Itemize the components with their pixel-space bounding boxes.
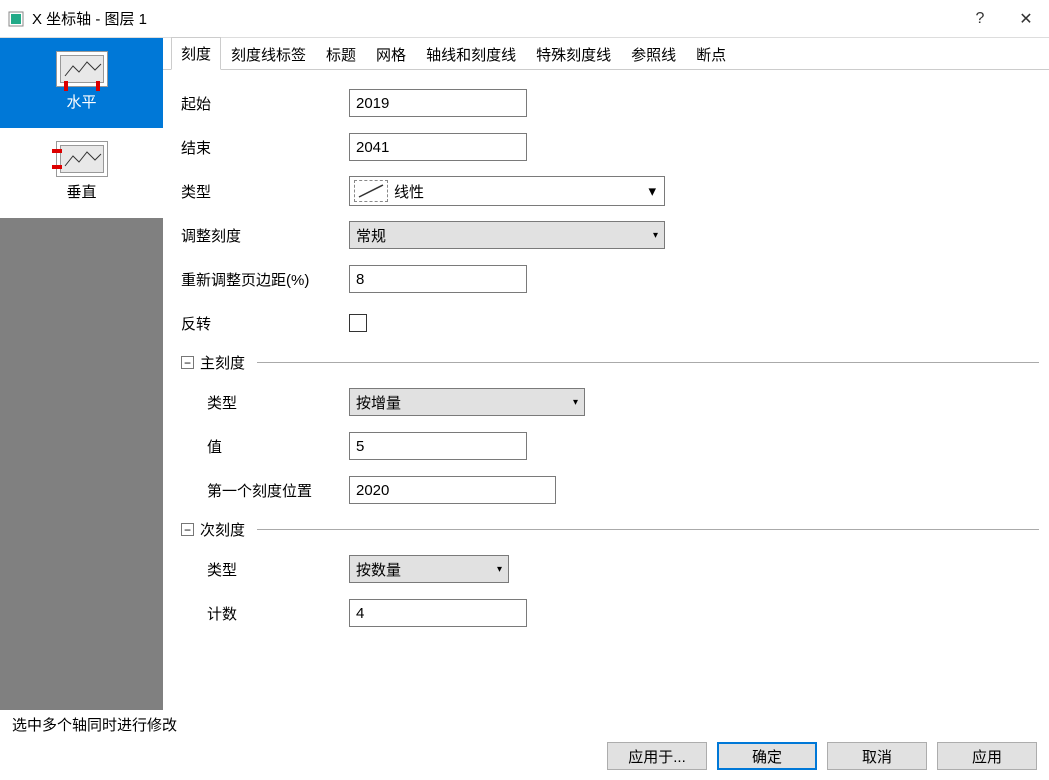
apply-button[interactable]: 应用 xyxy=(937,742,1037,770)
chevron-down-icon: ▾ xyxy=(648,182,656,200)
sidebar-item-label: 水平 xyxy=(66,91,96,112)
rescale-value: 常规 xyxy=(356,225,386,246)
minor-count-label: 计数 xyxy=(207,603,349,624)
major-value-input[interactable] xyxy=(349,432,527,460)
tabs: 刻度 刻度线标签 标题 网格 轴线和刻度线 特殊刻度线 参照线 断点 xyxy=(163,38,1049,70)
minor-type-value: 按数量 xyxy=(356,559,401,580)
end-input[interactable] xyxy=(349,133,527,161)
end-label: 结束 xyxy=(181,137,349,158)
tab-title[interactable]: 标题 xyxy=(316,38,366,70)
sidebar-item-label: 垂直 xyxy=(66,181,96,202)
rescale-label: 调整刻度 xyxy=(181,225,349,246)
tab-special-ticks[interactable]: 特殊刻度线 xyxy=(526,38,621,70)
sidebar-item-horizontal[interactable]: 水平 xyxy=(0,38,163,128)
collapse-minor-icon[interactable]: − xyxy=(181,523,194,536)
first-tick-label: 第一个刻度位置 xyxy=(207,480,349,501)
tab-breaks[interactable]: 断点 xyxy=(686,38,736,70)
type-select[interactable]: 线性 ▾ xyxy=(349,176,665,206)
close-button[interactable]: ✕ xyxy=(1003,0,1049,38)
major-type-label: 类型 xyxy=(207,392,349,413)
app-icon xyxy=(8,11,24,27)
vertical-axis-icon xyxy=(60,145,104,173)
margin-input[interactable] xyxy=(349,265,527,293)
chevron-down-icon: ▾ xyxy=(497,564,502,575)
minor-type-select[interactable]: 按数量 ▾ xyxy=(349,555,509,583)
start-input[interactable] xyxy=(349,89,527,117)
linear-type-icon xyxy=(354,180,388,202)
major-type-value: 按增量 xyxy=(356,392,401,413)
window-title: X 坐标轴 - 图层 1 xyxy=(32,8,957,29)
help-button[interactable]: ? xyxy=(957,0,1003,38)
sidebar-item-vertical[interactable]: 垂直 xyxy=(0,128,163,218)
axis-sidebar: 水平 垂直 xyxy=(0,38,163,710)
reverse-label: 反转 xyxy=(181,313,349,334)
minor-section-label: 次刻度 xyxy=(200,519,245,540)
major-value-label: 值 xyxy=(207,436,349,457)
type-value: 线性 xyxy=(394,181,424,202)
margin-label: 重新调整页边距(%) xyxy=(181,269,349,290)
horizontal-axis-icon xyxy=(60,55,104,83)
tab-reference-lines[interactable]: 参照线 xyxy=(621,38,686,70)
tab-grids[interactable]: 网格 xyxy=(366,38,416,70)
major-type-select[interactable]: 按增量 ▾ xyxy=(349,388,585,416)
reverse-checkbox[interactable] xyxy=(349,314,367,332)
titlebar: X 坐标轴 - 图层 1 ? ✕ xyxy=(0,0,1049,38)
status-text: 选中多个轴同时进行修改 xyxy=(0,710,1049,736)
cancel-button[interactable]: 取消 xyxy=(827,742,927,770)
chevron-down-icon: ▾ xyxy=(653,230,658,241)
start-label: 起始 xyxy=(181,93,349,114)
major-section-label: 主刻度 xyxy=(200,352,245,373)
tab-scale[interactable]: 刻度 xyxy=(171,37,221,70)
tab-line-ticks[interactable]: 轴线和刻度线 xyxy=(416,38,526,70)
minor-count-input[interactable] xyxy=(349,599,527,627)
type-label: 类型 xyxy=(181,181,349,202)
first-tick-input[interactable] xyxy=(349,476,556,504)
rescale-select[interactable]: 常规 ▾ xyxy=(349,221,665,249)
chevron-down-icon: ▾ xyxy=(573,397,578,408)
tab-tick-labels[interactable]: 刻度线标签 xyxy=(221,38,316,70)
ok-button[interactable]: 确定 xyxy=(717,742,817,770)
apply-to-button[interactable]: 应用于... xyxy=(607,742,707,770)
minor-type-label: 类型 xyxy=(207,559,349,580)
collapse-major-icon[interactable]: − xyxy=(181,356,194,369)
